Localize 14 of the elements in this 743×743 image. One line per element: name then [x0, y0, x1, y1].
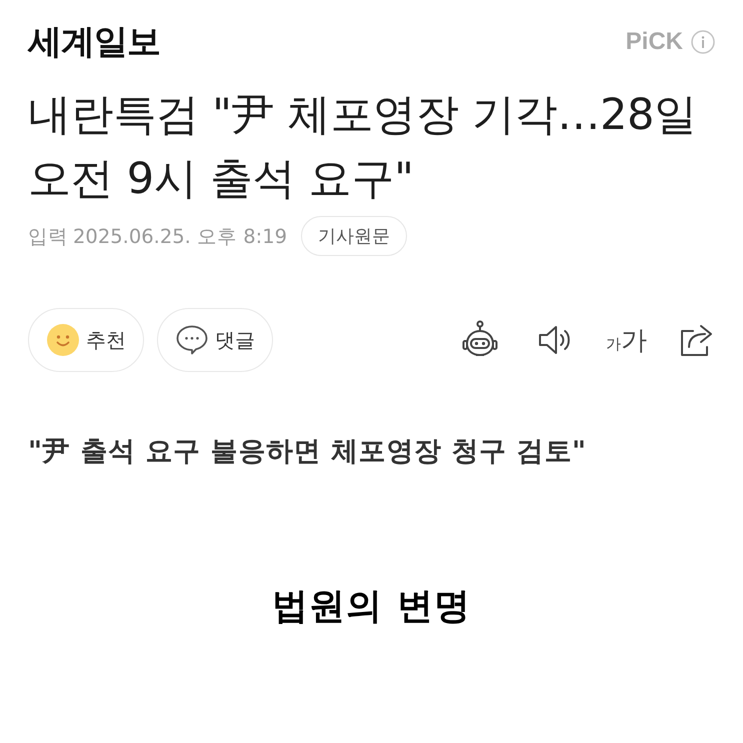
share-icon[interactable]	[679, 323, 715, 357]
text-size-button[interactable]: 가가	[606, 322, 647, 358]
recommend-button[interactable]: 추천	[28, 308, 144, 372]
newspaper-logo: 세계일보	[28, 22, 160, 62]
speech-bubble-icon	[176, 325, 208, 355]
smiley-icon	[47, 324, 79, 356]
input-label: 입력	[28, 224, 68, 250]
caption-heading: 법원의 변명	[272, 585, 471, 629]
article-subtitle: "尹 출석 요구 불응하면 체포영장 청구 검토"	[28, 435, 588, 469]
article-headline: 내란특검 "尹 체포영장 기각…28일 오전 9시 출석 요구"	[28, 89, 698, 206]
comment-button[interactable]: 댓글	[157, 308, 273, 372]
pick-label: PiCK	[626, 28, 683, 56]
publish-timestamp: 2025.06.25. 오후 8:19	[73, 224, 288, 250]
original-article-button[interactable]: 기사원문	[301, 216, 408, 256]
